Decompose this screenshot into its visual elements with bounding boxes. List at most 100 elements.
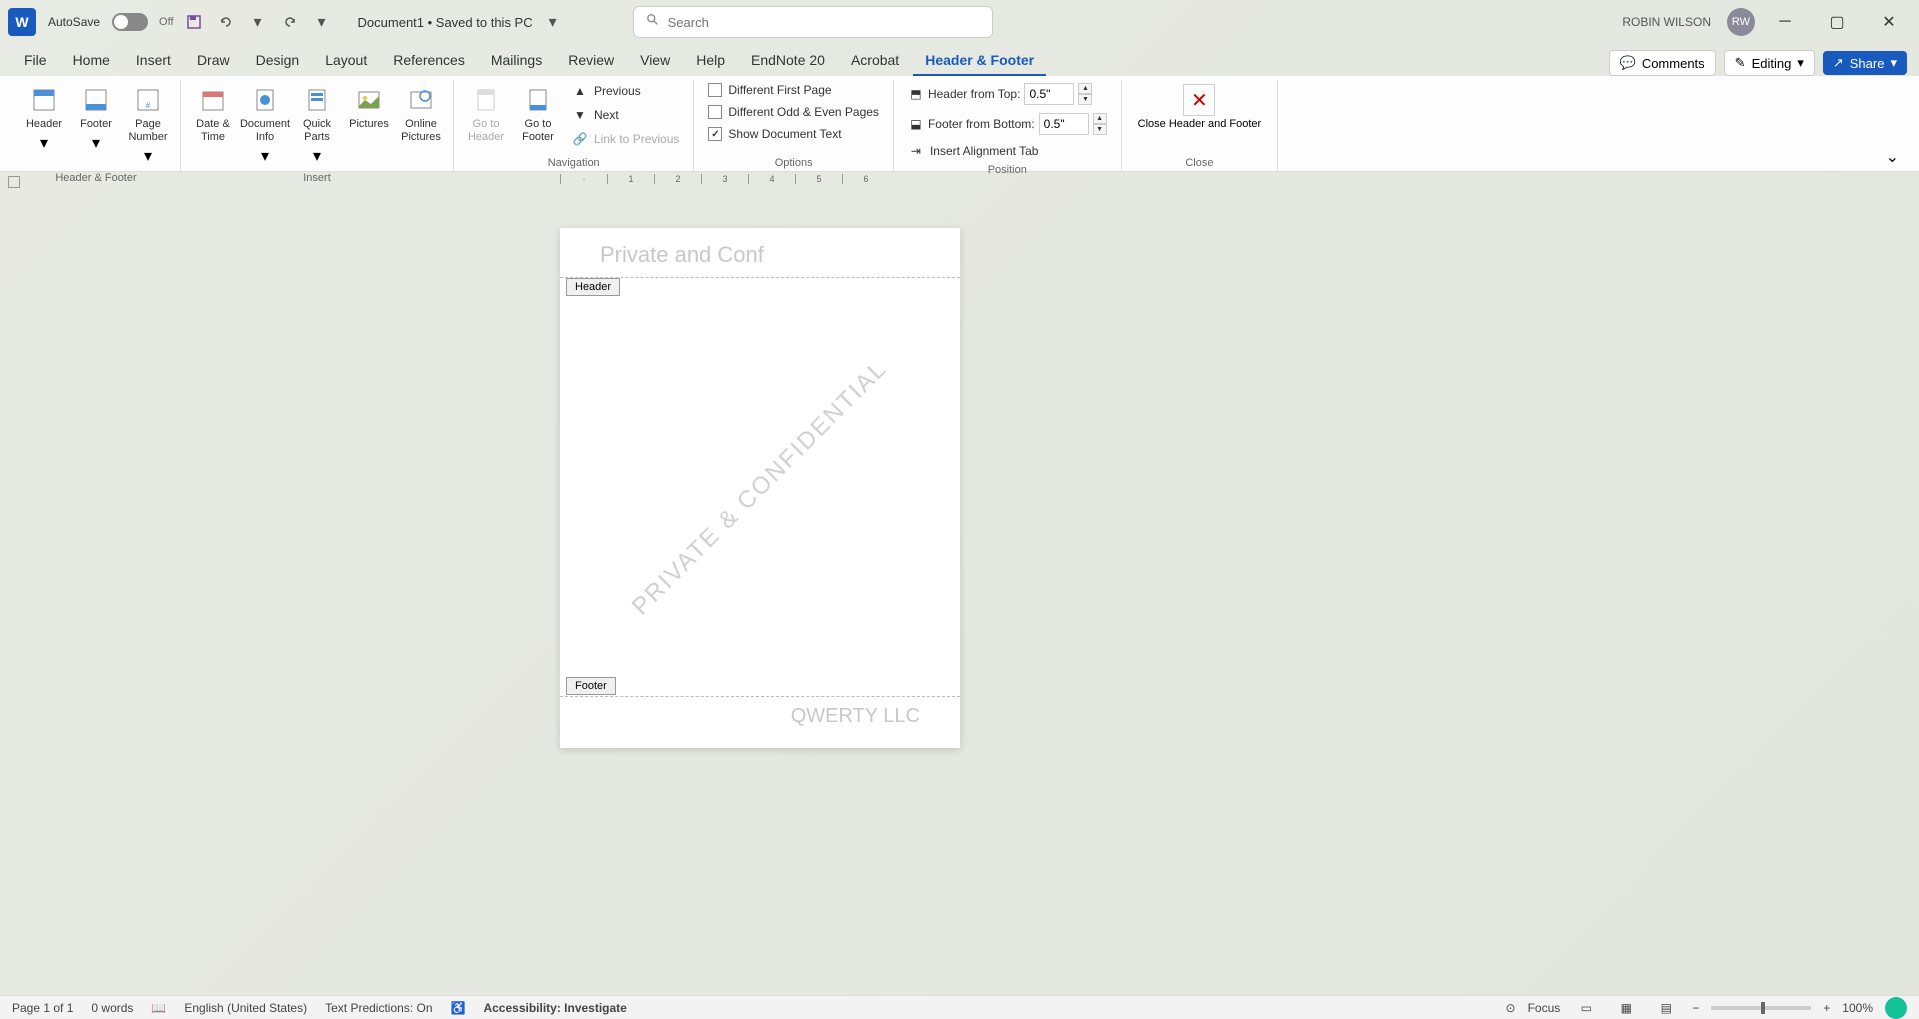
close-header-footer-button[interactable]: ✕ Close Header and Footer (1130, 80, 1270, 135)
group-header-footer: Header▾ Footer▾ #Page Number▾ Header & F… (12, 80, 181, 171)
print-layout-button[interactable]: ▦ (1612, 998, 1640, 1018)
spin-up-icon[interactable]: ▲ (1078, 83, 1092, 94)
different-first-checkbox[interactable]: Different First Page (702, 80, 885, 100)
word-count[interactable]: 0 words (91, 1001, 133, 1015)
next-button[interactable]: ▼Next (566, 104, 685, 126)
header-tag: Header (566, 278, 620, 296)
accessibility-icon: ♿ (451, 1001, 466, 1015)
goto-footer-button[interactable]: Go to Footer (514, 80, 562, 148)
ruler-vertical[interactable] (6, 258, 22, 758)
accessibility[interactable]: Accessibility: Investigate (483, 1001, 626, 1015)
title-dropdown-icon[interactable]: ▾ (541, 10, 565, 34)
page-number-button[interactable]: #Page Number▾ (124, 80, 172, 170)
document-info-button[interactable]: Document Info▾ (241, 80, 289, 170)
different-odd-even-checkbox[interactable]: Different Odd & Even Pages (702, 102, 885, 122)
tab-home[interactable]: Home (61, 46, 122, 76)
checkbox-icon (708, 105, 722, 119)
header-from-top: ⬒Header from Top:▲▼ (902, 80, 1113, 108)
qat-more-icon[interactable]: ▾ (310, 10, 334, 34)
footer-bottom-input[interactable] (1039, 113, 1089, 135)
comments-button[interactable]: 💬Comments (1609, 50, 1716, 76)
tab-endnote[interactable]: EndNote 20 (739, 46, 837, 76)
zoom-slider[interactable] (1711, 1006, 1811, 1010)
redo-icon[interactable] (278, 10, 302, 34)
tab-review[interactable]: Review (556, 46, 626, 76)
header-top-input[interactable] (1024, 83, 1074, 105)
watermark: PRIVATE & CONFIDENTIAL (627, 355, 893, 621)
zoom-level[interactable]: 100% (1842, 1001, 1873, 1015)
tab-layout[interactable]: Layout (313, 46, 379, 76)
close-window-button[interactable]: ✕ (1867, 6, 1911, 38)
tab-references[interactable]: References (381, 46, 477, 76)
share-button[interactable]: ↗Share▾ (1823, 51, 1907, 75)
page-info[interactable]: Page 1 of 1 (12, 1001, 73, 1015)
ribbon-collapse-button[interactable]: ⌄ (1878, 143, 1907, 171)
ruler-horizontal[interactable]: ·123456 (0, 174, 1919, 194)
group-close: ✕ Close Header and Footer Close (1122, 80, 1279, 171)
tab-design[interactable]: Design (244, 46, 312, 76)
show-doc-text-checkbox[interactable]: Show Document Text (702, 124, 885, 144)
footer-icon (80, 84, 112, 116)
language[interactable]: English (United States) (184, 1001, 307, 1015)
tab-mailings[interactable]: Mailings (479, 46, 554, 76)
titlebar: W AutoSave Off ▾ ▾ Document1 • Saved to … (0, 0, 1919, 44)
chevron-down-icon: ▾ (144, 146, 152, 166)
checkbox-checked-icon (708, 127, 722, 141)
footer-text[interactable]: QWERTY LLC (600, 705, 920, 728)
chevron-down-icon: ▾ (261, 146, 269, 166)
spell-check-icon[interactable]: 📖 (151, 1001, 166, 1015)
goto-footer-icon (522, 84, 554, 116)
text-predictions[interactable]: Text Predictions: On (325, 1001, 432, 1015)
spin-up-icon[interactable]: ▲ (1093, 113, 1107, 124)
user-name: ROBIN WILSON (1622, 15, 1711, 29)
pencil-icon: ✎ (1735, 55, 1746, 71)
tab-header-footer[interactable]: Header & Footer (913, 46, 1046, 76)
focus-label[interactable]: Focus (1528, 1001, 1561, 1015)
statusbar: Page 1 of 1 0 words 📖 English (United St… (0, 995, 1919, 1019)
header-button[interactable]: Header▾ (20, 80, 68, 157)
save-icon[interactable] (182, 10, 206, 34)
alignment-tab-icon: ⇥ (908, 143, 924, 159)
search-box[interactable] (633, 6, 993, 38)
footer-tag: Footer (566, 677, 616, 695)
header-area[interactable]: Private and Conf (560, 228, 960, 278)
date-time-button[interactable]: Date & Time (189, 80, 237, 148)
pictures-button[interactable]: Pictures (345, 80, 393, 135)
workspace: Private and Conf Header PRIVATE & CONFID… (0, 198, 1919, 999)
comment-icon: 💬 (1620, 55, 1636, 71)
link-icon: 🔗 (572, 131, 588, 147)
grammarly-icon[interactable] (1885, 997, 1907, 1019)
web-layout-button[interactable]: ▤ (1652, 998, 1680, 1018)
avatar[interactable]: RW (1727, 8, 1755, 36)
undo-dropdown-icon[interactable]: ▾ (246, 10, 270, 34)
zoom-in-button[interactable]: + (1823, 1001, 1830, 1015)
footer-area[interactable]: Footer QWERTY LLC (560, 696, 960, 748)
document-page[interactable]: Private and Conf Header PRIVATE & CONFID… (560, 228, 960, 748)
undo-icon[interactable] (214, 10, 238, 34)
online-pictures-button[interactable]: Online Pictures (397, 80, 445, 148)
quick-parts-button[interactable]: Quick Parts▾ (293, 80, 341, 170)
tab-help[interactable]: Help (684, 46, 737, 76)
alignment-tab-button[interactable]: ⇥Insert Alignment Tab (902, 140, 1113, 162)
tab-file[interactable]: File (12, 46, 59, 76)
autosave-label: AutoSave (48, 15, 100, 29)
tab-draw[interactable]: Draw (185, 46, 242, 76)
previous-button[interactable]: ▲Previous (566, 80, 685, 102)
zoom-out-button[interactable]: − (1692, 1001, 1699, 1015)
spin-down-icon[interactable]: ▼ (1093, 124, 1107, 135)
search-input[interactable] (668, 15, 980, 30)
zoom-thumb[interactable] (1761, 1002, 1765, 1014)
read-mode-button[interactable]: ▭ (1572, 998, 1600, 1018)
minimize-button[interactable]: ─ (1763, 6, 1807, 38)
restore-button[interactable]: ▢ (1815, 6, 1859, 38)
footer-button[interactable]: Footer▾ (72, 80, 120, 157)
tab-view[interactable]: View (628, 46, 682, 76)
editing-button[interactable]: ✎Editing▾ (1724, 50, 1815, 76)
spin-down-icon[interactable]: ▼ (1078, 94, 1092, 105)
chevron-down-icon: ▾ (40, 133, 48, 153)
autosave-toggle[interactable] (112, 13, 148, 31)
tab-acrobat[interactable]: Acrobat (839, 46, 911, 76)
header-text[interactable]: Private and Conf (600, 242, 920, 268)
tab-insert[interactable]: Insert (124, 46, 183, 76)
goto-header-button: Go to Header (462, 80, 510, 148)
